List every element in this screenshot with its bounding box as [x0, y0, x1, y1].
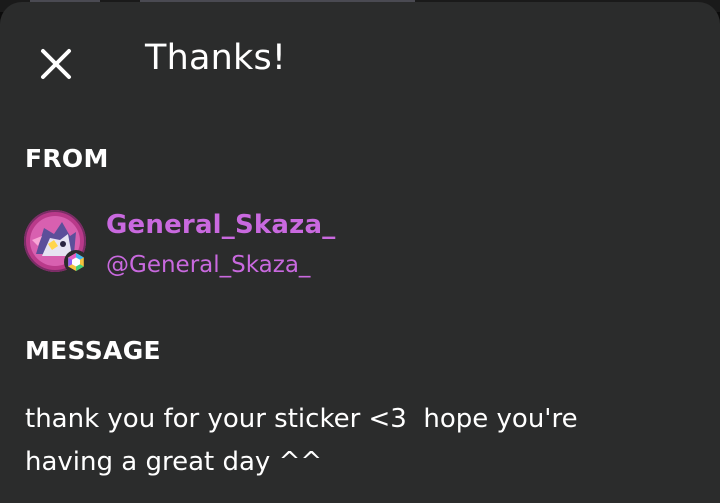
dialog-title: Thanks! [145, 38, 287, 78]
avatar[interactable] [24, 210, 90, 276]
close-button[interactable] [28, 36, 84, 92]
sender-handle[interactable]: @General_Skaza_ [106, 252, 310, 278]
message-label: MESSAGE [25, 336, 161, 365]
sender-display-name[interactable]: General_Skaza_ [106, 210, 335, 240]
sender-row[interactable]: General_Skaza_ @General_Skaza_ [24, 210, 524, 280]
close-icon [41, 49, 71, 79]
thanks-dialog: Thanks! FROM General_Skaza_ @General_Ska… [0, 2, 720, 503]
from-label: FROM [25, 144, 109, 173]
message-body: thank you for your sticker <3 hope you'r… [25, 404, 578, 477]
hexagon-badge-icon [64, 250, 88, 274]
dialog-header: Thanks! [0, 2, 720, 122]
